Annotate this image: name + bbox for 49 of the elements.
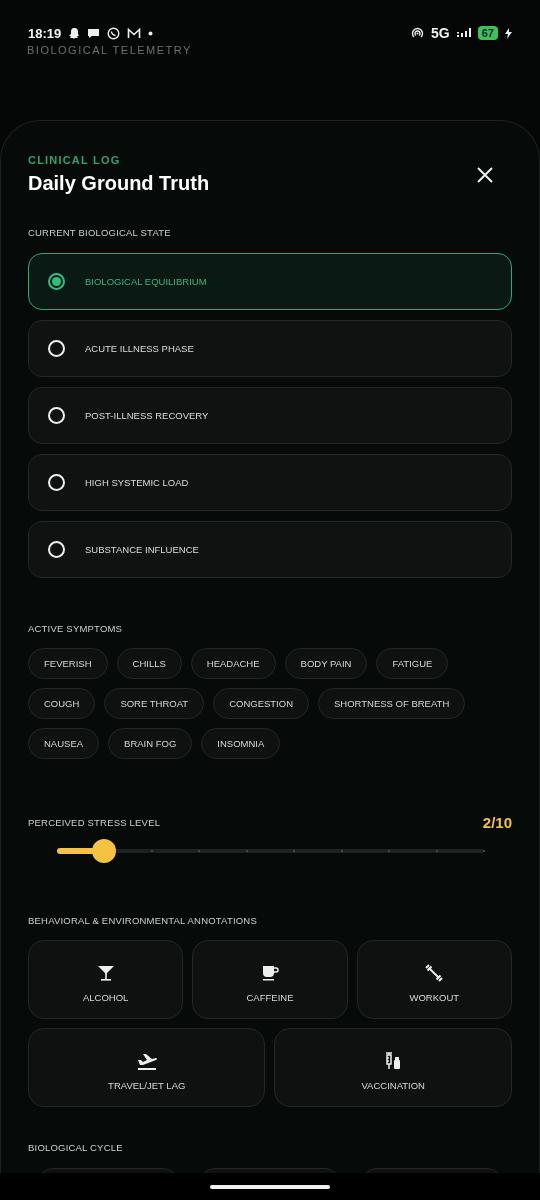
dumbbell-icon bbox=[424, 962, 445, 983]
app-title: BIOLOGICAL TELEMETRY bbox=[26, 43, 193, 56]
clock-time: 18:19 bbox=[28, 25, 62, 41]
symptom-chip[interactable]: FEVERISH bbox=[28, 648, 108, 679]
symptom-chip[interactable]: CONGESTION bbox=[213, 688, 309, 719]
section-label: CURRENT BIOLOGICAL STATE bbox=[28, 227, 172, 238]
radio-button bbox=[48, 273, 65, 290]
state-option[interactable]: ACUTE ILLNESS PHASE bbox=[28, 320, 512, 377]
dot-icon bbox=[148, 30, 154, 36]
section-label: BEHAVIORAL & ENVIRONMENTAL ANNOTATIONS bbox=[28, 915, 258, 926]
state-option[interactable]: BIOLOGICAL EQUILIBRIUM bbox=[28, 253, 512, 310]
radio-button bbox=[48, 474, 65, 491]
charging-icon bbox=[505, 27, 512, 39]
state-option[interactable]: POST-ILLNESS RECOVERY bbox=[28, 387, 512, 444]
section-label: PERCEIVED STRESS LEVEL bbox=[28, 817, 161, 828]
sheet-title: Daily Ground Truth bbox=[28, 172, 210, 195]
annotation-tile[interactable]: CAFFEINE bbox=[192, 940, 348, 1019]
ghost-icon bbox=[68, 26, 81, 40]
symptom-chip[interactable]: FATIGUE bbox=[376, 648, 449, 679]
symptom-chip[interactable]: COUGH bbox=[28, 688, 96, 719]
symptom-chip[interactable]: INSOMNIA bbox=[201, 728, 281, 759]
state-option[interactable]: HIGH SYSTEMIC LOAD bbox=[28, 454, 512, 511]
annotation-tile[interactable]: VACCINATION bbox=[274, 1028, 512, 1107]
signal-icon bbox=[456, 27, 471, 39]
slider-thumb[interactable] bbox=[92, 839, 117, 863]
symptom-chip[interactable]: HEADACHE bbox=[190, 648, 276, 679]
annotation-tile[interactable]: TRAVEL/JET LAG bbox=[28, 1028, 266, 1107]
chat-bubble-icon bbox=[87, 27, 101, 39]
network-label: 5G bbox=[431, 25, 450, 41]
mail-icon bbox=[127, 27, 142, 39]
symptom-chip[interactable]: BRAIN FOG bbox=[108, 728, 193, 759]
hotspot-icon bbox=[411, 27, 425, 39]
stress-reading: 2/10 bbox=[482, 814, 512, 831]
sheet-eyebrow: CLINICAL LOG bbox=[28, 154, 122, 166]
section-label: BIOLOGICAL CYCLE bbox=[28, 1142, 124, 1153]
state-option[interactable]: SUBSTANCE INFLUENCE bbox=[28, 521, 512, 578]
annotation-tile[interactable]: ALCOHOL bbox=[28, 940, 184, 1019]
annotation-tile[interactable]: WORKOUT bbox=[356, 940, 512, 1019]
symptom-chip[interactable]: SHORTNESS OF BREATH bbox=[318, 688, 466, 719]
symptom-chip[interactable]: NAUSEA bbox=[28, 728, 100, 759]
symptom-chip[interactable]: CHILLS bbox=[116, 648, 182, 679]
symptom-chip[interactable]: SORE THROAT bbox=[104, 688, 205, 719]
battery-indicator: 67 bbox=[477, 26, 498, 40]
radio-button bbox=[48, 407, 65, 424]
home-indicator[interactable] bbox=[210, 1184, 330, 1189]
symptom-chip[interactable]: BODY PAIN bbox=[284, 648, 368, 679]
radio-button bbox=[48, 541, 65, 558]
section-label: ACTIVE SYMPTOMS bbox=[28, 623, 124, 634]
radio-button bbox=[48, 340, 65, 357]
